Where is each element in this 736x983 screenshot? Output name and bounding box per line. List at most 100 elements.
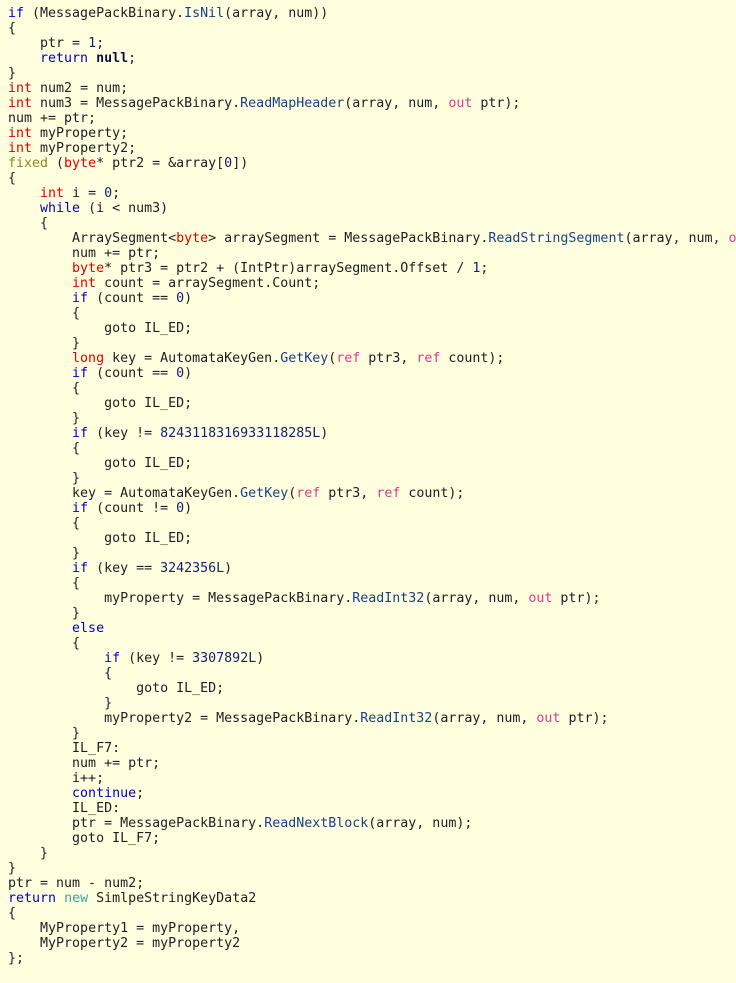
code-token-kw: while <box>40 201 81 216</box>
code-token-punct: { <box>40 216 49 231</box>
code-token-mod: out <box>448 96 473 111</box>
code-line: } <box>8 726 736 741</box>
code-line: IL_ED: <box>8 801 736 816</box>
code-line: ArraySegment<byte> arraySegment = Messag… <box>8 231 736 246</box>
code-token-plain: num2 = num; <box>32 81 129 96</box>
code-token-mod: out <box>536 711 561 726</box>
code-token-punct: { <box>72 516 81 531</box>
code-token-punct: } <box>8 861 17 876</box>
code-token-punct: } <box>72 336 81 351</box>
code-token-kw: if <box>72 366 89 381</box>
code-token-kw: if <box>8 6 25 21</box>
code-token-punct: ; <box>480 261 489 276</box>
code-token-plain: (array, num); <box>368 816 473 831</box>
code-token-plain: MyProperty1 = myProperty, <box>40 921 241 936</box>
code-token-plain: num += ptr; <box>72 756 161 771</box>
code-line: ptr = num - num2; <box>8 876 736 891</box>
code-token-kw: return <box>8 891 57 906</box>
code-token-punct: { <box>72 441 81 456</box>
code-token-plain: (key != <box>88 426 161 441</box>
code-token-punct: } <box>72 471 81 486</box>
code-token-plain: ArraySegment< <box>72 231 177 246</box>
code-line: { <box>8 441 736 456</box>
code-line: int myProperty2; <box>8 141 736 156</box>
code-line: } <box>8 66 736 81</box>
code-line: int i = 0; <box>8 186 736 201</box>
code-token-plain: ) <box>320 426 329 441</box>
code-line: ptr = 1; <box>8 36 736 51</box>
code-token-plain: count); <box>400 486 465 501</box>
code-token-punct: { <box>72 636 81 651</box>
code-line: MyProperty1 = myProperty, <box>8 921 736 936</box>
code-token-punct: { <box>72 306 81 321</box>
code-line: int myProperty; <box>8 126 736 141</box>
code-line: if (count != 0) <box>8 501 736 516</box>
code-token-plain: (array, num, <box>432 711 537 726</box>
code-line: { <box>8 906 736 921</box>
code-line: return new SimlpeStringKeyData2 <box>8 891 736 906</box>
code-token-num: 0 <box>224 156 233 171</box>
code-token-plain: ptr); <box>472 96 521 111</box>
code-token-punct: } <box>72 546 81 561</box>
code-line: goto IL_F7; <box>8 831 736 846</box>
code-token-plain: ]) <box>232 156 249 171</box>
code-line: { <box>8 381 736 396</box>
code-token-type: byte <box>64 156 97 171</box>
code-token-method: GetKey <box>240 486 289 501</box>
code-token-plain: key = AutomataKeyGen. <box>104 351 281 366</box>
code-token-punct: } <box>72 606 81 621</box>
code-token-plain: myProperty = MessagePackBinary. <box>104 591 353 606</box>
code-line: num += ptr; <box>8 111 736 126</box>
code-token-plain: goto IL_ED; <box>104 396 193 411</box>
code-token-mod: ref <box>416 351 441 366</box>
code-line: byte* ptr3 = ptr2 + (IntPtr)arraySegment… <box>8 261 736 276</box>
code-token-num: 0 <box>176 501 185 516</box>
code-line: } <box>8 336 736 351</box>
code-token-plain: ) <box>224 561 233 576</box>
code-token-plain: ptr = <box>40 36 89 51</box>
code-token-kw: if <box>104 651 121 666</box>
code-token-method: ReadInt32 <box>360 711 433 726</box>
code-line: if (MessagePackBinary.IsNil(array, num)) <box>8 6 736 21</box>
code-viewer[interactable]: if (MessagePackBinary.IsNil(array, num))… <box>0 0 736 983</box>
code-token-num: 8243118316933118285L <box>160 426 321 441</box>
code-token-null: null <box>96 51 129 66</box>
code-token-plain: goto IL_ED; <box>104 321 193 336</box>
code-line: } <box>8 546 736 561</box>
code-token-plain: ptr); <box>552 591 601 606</box>
code-token-punct: { <box>8 21 17 36</box>
code-token-kw: if <box>72 561 89 576</box>
code-line: { <box>8 306 736 321</box>
code-line: goto IL_ED; <box>8 681 736 696</box>
code-token-plain: ( <box>48 156 65 171</box>
code-line: i++; <box>8 771 736 786</box>
code-token-mod: ref <box>376 486 401 501</box>
code-token-plain: ptr); <box>560 711 609 726</box>
code-token-num: 1 <box>88 36 97 51</box>
